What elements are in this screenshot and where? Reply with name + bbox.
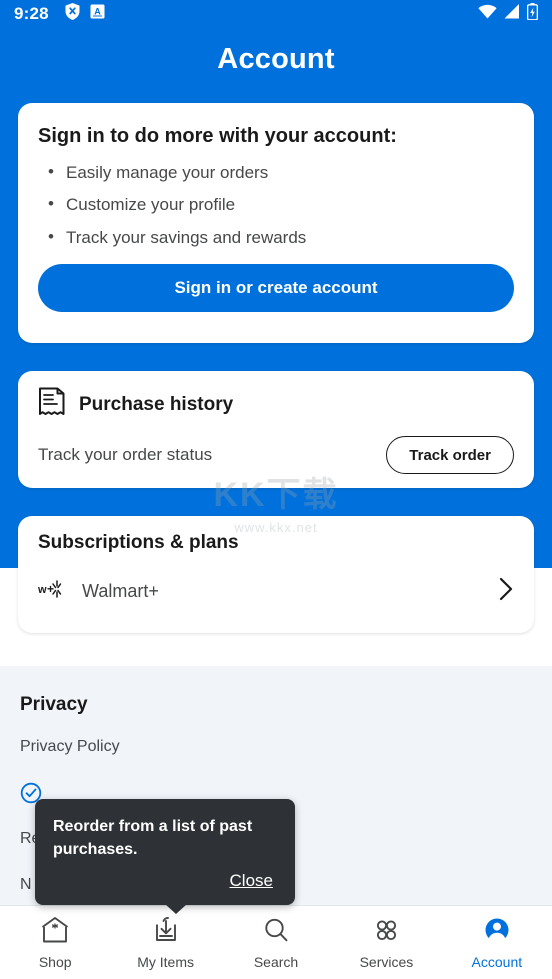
battery-charging-icon bbox=[526, 3, 539, 25]
nav-item-my-items[interactable]: My Items bbox=[110, 916, 220, 970]
tooltip-text: Reorder from a list of past purchases. bbox=[53, 818, 253, 859]
sign-in-card: Sign in to do more with your account: Ea… bbox=[18, 103, 534, 343]
purchase-history-action-row: Track your order status Track order bbox=[38, 436, 514, 474]
status-bar: 9:28 A bbox=[0, 0, 552, 28]
cellular-signal-icon bbox=[504, 4, 520, 24]
tooltip-pointer-arrow bbox=[165, 904, 187, 915]
search-icon bbox=[261, 916, 291, 949]
tooltip-close-button[interactable]: Close bbox=[226, 871, 277, 893]
purchase-history-header-row: Purchase history bbox=[38, 387, 514, 422]
tooltip-actions: Close bbox=[53, 871, 277, 893]
shield-x-icon bbox=[65, 3, 80, 25]
four-circles-icon bbox=[371, 916, 401, 949]
status-bar-clock: 9:28 bbox=[14, 4, 49, 23]
subscription-row-walmart-plus[interactable]: w + Walmart+ bbox=[37, 576, 514, 607]
purchase-history-title: Purchase history bbox=[79, 393, 234, 415]
status-bar-right-icons bbox=[478, 3, 539, 25]
svg-text:w: w bbox=[38, 584, 47, 596]
tray-arrow-down-icon bbox=[151, 916, 181, 949]
nav-label: My Items bbox=[137, 953, 194, 970]
wifi-icon bbox=[478, 4, 497, 24]
nav-item-shop[interactable]: Shop bbox=[0, 916, 110, 970]
nav-label: Shop bbox=[38, 953, 72, 970]
sign-in-or-create-account-button[interactable]: Sign in or create account bbox=[38, 263, 514, 312]
subscriptions-card: Subscriptions & plans w + Walmart+ bbox=[18, 516, 534, 633]
nav-item-search[interactable]: Search bbox=[221, 916, 331, 970]
list-item: Customize your profile bbox=[48, 193, 514, 215]
list-item: Easily manage your orders bbox=[48, 161, 514, 183]
boxed-a-icon: A bbox=[90, 4, 105, 24]
privacy-item-label: Privacy Policy bbox=[20, 738, 120, 755]
chevron-right-icon bbox=[498, 576, 514, 607]
privacy-heading: Privacy bbox=[20, 694, 88, 715]
store-icon bbox=[40, 916, 70, 949]
subscriptions-title: Subscriptions & plans bbox=[38, 532, 239, 553]
receipt-icon bbox=[38, 387, 66, 422]
track-order-button[interactable]: Track order bbox=[386, 436, 514, 474]
privacy-item-label: N bbox=[20, 876, 32, 893]
nav-item-services[interactable]: Services bbox=[331, 916, 441, 970]
walmart-plus-spark-icon: w + bbox=[37, 578, 68, 605]
bottom-navigation-bar: Shop My Items Search Services Account bbox=[0, 905, 552, 979]
privacy-policy-link[interactable]: Privacy Policy bbox=[20, 736, 440, 758]
status-bar-left-icons: A bbox=[65, 3, 105, 25]
list-item: Track your savings and rewards bbox=[48, 225, 514, 248]
account-screen: 9:28 A Account Sign in to do more with y… bbox=[0, 0, 552, 979]
page-title: Account bbox=[217, 43, 335, 75]
subscription-label: Walmart+ bbox=[82, 581, 159, 601]
svg-text:A: A bbox=[94, 7, 101, 17]
nav-label: Search bbox=[253, 953, 299, 970]
nav-label: Services bbox=[359, 953, 414, 970]
sign-in-heading: Sign in to do more with your account: bbox=[38, 125, 397, 147]
coachmark-tooltip: Reorder from a list of past purchases. C… bbox=[35, 799, 295, 915]
purchase-history-subtitle: Track your order status bbox=[38, 445, 213, 464]
purchase-history-card: Purchase history Track your order status… bbox=[18, 371, 534, 488]
nav-item-account[interactable]: Account bbox=[442, 916, 552, 970]
account-circle-icon bbox=[482, 916, 512, 949]
nav-label: Account bbox=[471, 953, 523, 970]
sign-in-benefit-list: Easily manage your orders Customize your… bbox=[48, 161, 514, 248]
